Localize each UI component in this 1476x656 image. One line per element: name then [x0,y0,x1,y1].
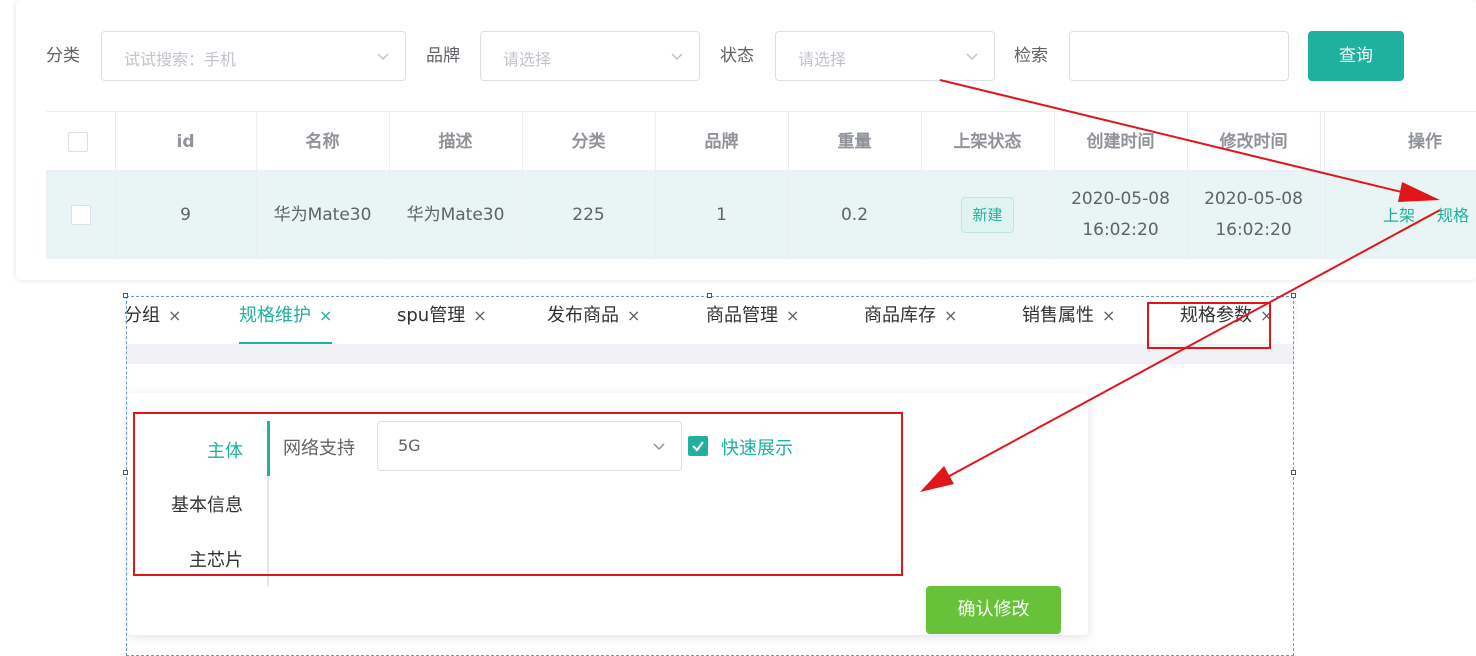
annotation-arrows [920,79,1441,492]
arrow-to-spec-link [939,79,1440,202]
arrow-to-spec-panel [920,209,1441,492]
